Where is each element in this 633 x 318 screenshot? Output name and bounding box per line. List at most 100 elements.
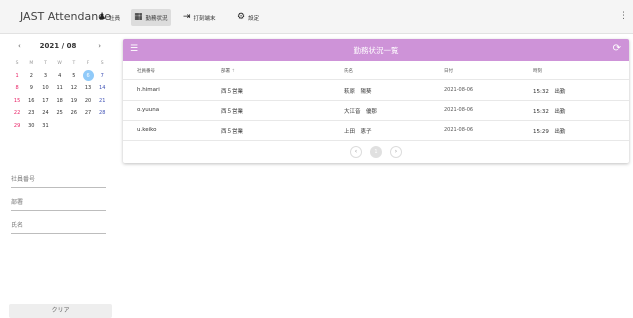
nav-label: 打刻端末 — [193, 15, 216, 22]
calendar-day-label: 1 — [15, 72, 19, 79]
calendar-day-label: 20 — [84, 97, 92, 104]
page-number[interactable]: 1 — [370, 146, 382, 158]
nav-employees[interactable]: ♟ 社員 — [95, 9, 123, 26]
calendar-day[interactable]: 5 — [67, 73, 81, 79]
calendar-day[interactable]: 16 — [24, 98, 38, 104]
row-divider — [123, 120, 629, 121]
calendar-day[interactable]: 8 — [10, 85, 24, 91]
calendar-day-label: 7 — [100, 72, 104, 79]
name-label: 氏名 — [11, 222, 24, 229]
cell-time: 15:32 出勤 — [533, 89, 566, 95]
calendar-day-label: 26 — [70, 110, 78, 117]
weekday-label-label: S — [15, 60, 19, 66]
calendar-day[interactable]: 1 — [10, 73, 24, 79]
calendar-day-label: 15 — [13, 97, 21, 104]
calendar-day[interactable]: 2 — [24, 73, 38, 79]
calendar-day[interactable]: 31 — [38, 123, 52, 129]
calendar-day[interactable]: 28 — [95, 110, 109, 116]
calendar-day[interactable]: 23 — [24, 110, 38, 116]
calendar-day[interactable]: 21 — [95, 98, 109, 104]
calendar-week: 1 2 3 4 5 6 7 — [10, 70, 110, 83]
column-header-employee-number[interactable]: 社員番号 — [137, 68, 155, 74]
calendar-day[interactable]: 19 — [67, 98, 81, 104]
calendar-day-label: 27 — [84, 110, 92, 117]
weekday-label: M — [24, 61, 38, 66]
calendar-day-label: 2 — [29, 72, 33, 79]
calendar-day[interactable]: 18 — [53, 98, 67, 104]
calendar-day-label: 19 — [70, 97, 78, 104]
calendar-day[interactable]: 13 — [81, 85, 95, 91]
attendance-card: ☰ 勤務状況一覧 ⟳ 社員番号 部署 ↑ 氏名 日付 時刻 h.himari 西… — [123, 39, 629, 163]
clear-button[interactable]: クリア — [9, 304, 112, 318]
calendar-day[interactable]: 30 — [24, 123, 38, 129]
calendar-day-label: 24 — [42, 110, 49, 117]
calendar-day[interactable]: 17 — [38, 98, 52, 104]
calendar-day[interactable]: 26 — [67, 110, 81, 116]
calendar-day[interactable]: 22 — [10, 110, 24, 116]
weekday-label-label: W — [57, 60, 62, 66]
calendar-day[interactable]: 24 — [38, 110, 52, 116]
calendar-day-label: 25 — [56, 110, 63, 117]
calendar-day-label: 18 — [56, 97, 63, 104]
row-divider — [123, 140, 629, 141]
nav-attendance[interactable]: ▦ 勤務状況 — [131, 9, 171, 26]
weekday-label: F — [81, 61, 95, 66]
next-page-button[interactable]: › — [390, 146, 402, 158]
calendar-day-label: 11 — [56, 85, 63, 92]
employee-number-field[interactable]: 社員番号 — [11, 174, 106, 188]
calendar-day[interactable]: 14 — [95, 85, 109, 91]
pagination: ‹ 1 › — [350, 146, 402, 158]
nav-label: 勤務状況 — [145, 15, 168, 22]
calendar-week: 15 16 17 18 19 20 21 — [10, 95, 110, 108]
cell-time: 15:32 出勤 — [533, 109, 566, 115]
weekday-label-label: S — [100, 60, 104, 66]
calendar-day[interactable]: 3 — [38, 73, 52, 79]
calendar-week: 29 30 31 — [10, 120, 110, 133]
cell-name: 大江音 優那 — [344, 109, 378, 115]
nav-settings[interactable]: ⚙ 設定 — [234, 9, 262, 26]
calendar-day[interactable]: 12 — [67, 85, 81, 91]
column-header-date[interactable]: 日付 — [444, 68, 453, 74]
name-field[interactable]: 氏名 — [11, 220, 106, 234]
chevron-right-icon[interactable]: › — [98, 42, 101, 50]
calendar-day[interactable]: 6 — [81, 70, 95, 82]
calendar-day-label: 16 — [28, 97, 35, 104]
calendar-day-label: 10 — [42, 85, 49, 92]
cell-name: 上田 恵子 — [344, 129, 372, 135]
calendar-grid: S M T W T F S 1 2 3 4 5 6 7 8 9 10 11 12 13 14 15 16 17 18 19 20 21… — [10, 57, 110, 132]
users-icon: ♟ — [98, 12, 107, 22]
column-label: 部署 — [221, 69, 230, 74]
calendar-day-label: 21 — [99, 97, 106, 104]
calendar-day-label: 28 — [99, 110, 106, 117]
calendar-day[interactable]: 7 — [95, 73, 109, 79]
calendar-day[interactable]: 10 — [38, 85, 52, 91]
calendar-day-label: 8 — [15, 85, 19, 92]
column-header-name[interactable]: 氏名 — [344, 68, 353, 74]
cell-date: 2021-08-06 — [444, 127, 474, 133]
weekday-label: S — [10, 61, 24, 66]
column-header-department[interactable]: 部署 ↑ — [221, 68, 235, 74]
weekday-label: T — [67, 61, 81, 66]
calendar-day[interactable]: 29 — [10, 123, 24, 129]
calendar-day[interactable]: 4 — [53, 73, 67, 79]
sidebar: ‹ 2021 / 08 › S M T W T F S 1 2 3 4 5 6 7 8 9 10 11 12 13 14… — [0, 34, 117, 318]
calendar-day[interactable]: 20 — [81, 98, 95, 104]
calendar-day[interactable]: 11 — [53, 85, 67, 91]
cell-time: 15:29 出勤 — [533, 129, 566, 135]
column-header-time[interactable]: 時刻 — [533, 68, 542, 74]
calendar-day[interactable]: 9 — [24, 85, 38, 91]
nav-terminal[interactable]: ⇥ 打刻端末 — [180, 9, 219, 26]
calendar-day-label: 5 — [72, 72, 76, 79]
calendar-day-label: 30 — [28, 122, 35, 129]
cell-department: 西５営業 — [221, 109, 244, 115]
department-field[interactable]: 部署 — [11, 197, 106, 211]
refresh-icon[interactable]: ⟳ — [613, 43, 621, 54]
prev-page-button[interactable]: ‹ — [350, 146, 362, 158]
app-bar: JAST Attendance ♟ 社員 ▦ 勤務状況 ⇥ 打刻端末 ⚙ 設定 … — [0, 0, 633, 34]
calendar-day[interactable]: 15 — [10, 98, 24, 104]
calendar-day[interactable]: 27 — [81, 110, 95, 116]
more-vert-icon[interactable]: ⋮ — [619, 11, 628, 21]
calendar-day[interactable]: 25 — [53, 110, 67, 116]
calendar-day-label: 17 — [42, 97, 49, 104]
calendar-day-label: 29 — [13, 122, 21, 129]
